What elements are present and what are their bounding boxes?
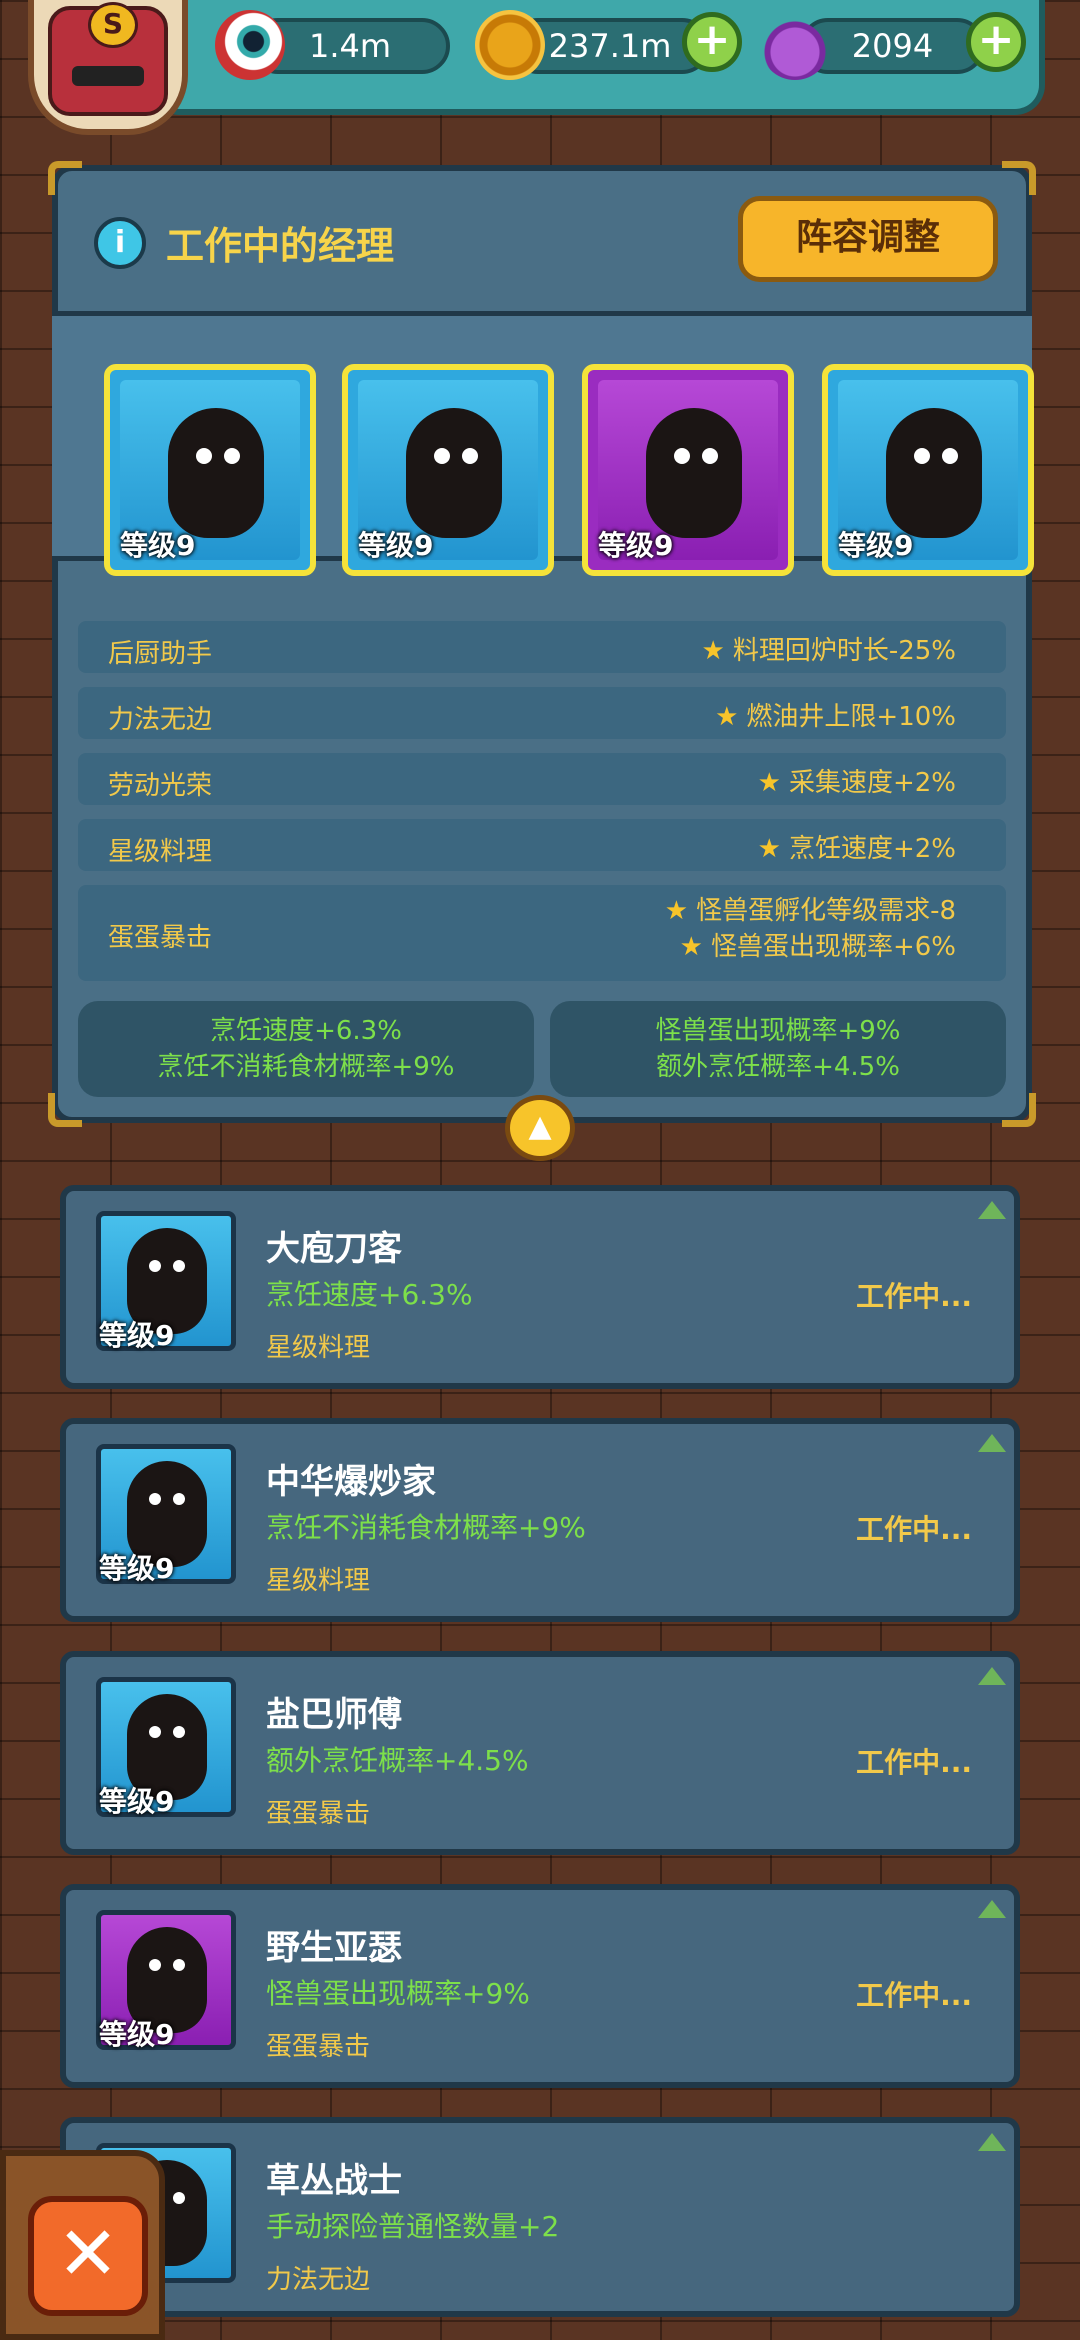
skill-effect: 采集速度+2% [788,768,956,798]
skill-row: 蛋蛋暴击 ★ 怪兽蛋孵化等级需求-8 ★ 怪兽蛋出现概率+6% [78,885,1006,981]
manager-skill: 蛋蛋暴击 [266,1799,371,1829]
star-icon: ★ [679,932,703,962]
manager-name: 大庖刀客 [266,1229,402,1269]
upgrade-arrow-icon [978,1900,1006,1918]
slot-level: 等级9 [358,529,434,562]
manager-card[interactable]: 等级9 野生亚瑟 怪兽蛋出现概率+9% 蛋蛋暴击 工作中... [60,1884,1020,2088]
working-managers-panel: i 工作中的经理 阵容调整 等级9 等级9 等级9 等级9 后厨助手 ★ 料理回炉… [48,161,1036,1127]
skill-name: 力法无边 [108,705,213,735]
manager-name: 中华爆炒家 [266,1462,436,1502]
skill-row: 星级料理 ★ 烹饪速度+2% [78,819,1006,871]
manager-name: 盐巴师傅 [266,1695,402,1735]
manager-slots: 等级9 等级9 等级9 等级9 [52,311,1034,576]
manager-slot-1[interactable]: 等级9 [104,364,316,576]
close-button-frame: ✕ [0,2150,165,2340]
skill-effect: 怪兽蛋孵化等级需求-8 [696,896,956,926]
slot-level: 等级9 [838,529,914,562]
panel-title: 工作中的经理 [166,224,395,268]
upgrade-arrow-icon [978,1201,1006,1219]
manager-skill: 星级料理 [266,1333,371,1363]
summary-bonus-right: 怪兽蛋出现概率+9% 额外烹饪概率+4.5% [550,1001,1006,1097]
upgrade-arrow-icon [978,1434,1006,1452]
manager-name: 草丛战士 [266,2161,402,2201]
manager-card[interactable]: 等级9 大庖刀客 烹饪速度+6.3% 星级料理 工作中... [60,1185,1020,1389]
manager-slot-4[interactable]: 等级9 [822,364,1034,576]
collapse-panel-button[interactable]: ▲ [505,1095,575,1161]
manager-portrait: 等级9 [96,1910,236,2051]
skill-effect: 怪兽蛋出现概率+6% [710,932,956,962]
manager-card[interactable]: 等级9 盐巴师傅 额外烹饪概率+4.5% 蛋蛋暴击 工作中... [60,1651,1020,1855]
skill-row: 后厨助手 ★ 料理回炉时长-25% [78,621,1006,673]
upgrade-arrow-icon [978,1667,1006,1685]
skill-effect: 烹饪速度+2% [788,834,956,864]
manager-status: 工作中... [856,1513,972,1546]
close-x-icon[interactable]: ✕ [28,2196,148,2316]
manager-level: 等级9 [99,1552,175,1585]
coin-icon [475,10,545,80]
skill-name: 蛋蛋暴击 [108,923,213,953]
manager-slot-3[interactable]: 等级9 [582,364,794,576]
skill-effect: 料理回炉时长-25% [732,636,956,666]
manager-status: 工作中... [856,1280,972,1313]
star-icon: ★ [664,896,689,926]
summary-line: 怪兽蛋出现概率+9% [655,1016,901,1046]
manager-bonus: 怪兽蛋出现概率+9% [266,1977,530,2010]
add-coins-button[interactable]: + [682,12,742,72]
manager-level: 等级9 [99,1785,175,1818]
skill-name: 星级料理 [108,837,213,867]
manager-bonus: 烹饪不消耗食材概率+9% [266,1511,586,1544]
star-icon: ★ [715,702,739,732]
manager-skill: 力法无边 [266,2265,371,2295]
manager-bonus: 烹饪速度+6.3% [266,1278,473,1311]
manager-portrait: 等级9 [96,1444,236,1585]
manager-portrait: 等级9 [96,1677,236,1818]
summary-line: 额外烹饪概率+4.5% [656,1052,900,1082]
monster-portrait-icon [886,408,982,538]
eyeball-icon [215,10,285,80]
slot-level: 等级9 [120,529,196,562]
manager-bonus: 额外烹饪概率+4.5% [266,1744,529,1777]
summary-line: 烹饪速度+6.3% [210,1016,402,1046]
manager-level: 等级9 [99,1319,175,1352]
manager-bonus: 手动探险普通怪数量+2 [266,2210,560,2243]
manager-level: 等级9 [99,2018,175,2051]
potion-icon [760,10,830,80]
skill-name: 后厨助手 [108,639,213,669]
monster-portrait-icon [646,408,742,538]
star-icon: ★ [701,636,725,666]
upgrade-arrow-icon [978,2133,1006,2151]
rank-letter: S [88,2,138,48]
monster-portrait-icon [168,408,264,538]
skill-effect: 燃油井上限+10% [746,702,956,732]
star-icon: ★ [757,768,781,798]
summary-bonus-left: 烹饪速度+6.3% 烹饪不消耗食材概率+9% [78,1001,534,1097]
manager-card[interactable]: 等级9 中华爆炒家 烹饪不消耗食材概率+9% 星级料理 工作中... [60,1418,1020,1622]
skill-row: 劳动光荣 ★ 采集速度+2% [78,753,1006,805]
manager-name: 野生亚瑟 [266,1928,402,1968]
rank-badge-monster-icon: S [48,2,168,116]
manager-status: 工作中... [856,1979,972,2012]
slot-level: 等级9 [598,529,674,562]
skill-row: 力法无边 ★ 燃油井上限+10% [78,687,1006,739]
manager-skill: 蛋蛋暴击 [266,2032,371,2062]
manager-slot-2[interactable]: 等级9 [342,364,554,576]
manager-card[interactable]: 草丛战士 手动探险普通怪数量+2 力法无边 [60,2117,1020,2317]
adjust-lineup-button[interactable]: 阵容调整 [738,196,998,282]
add-potions-button[interactable]: + [966,12,1026,72]
manager-portrait: 等级9 [96,1211,236,1352]
manager-status: 工作中... [856,1746,972,1779]
monster-portrait-icon [406,408,502,538]
star-icon: ★ [757,834,781,864]
summary-line: 烹饪不消耗食材概率+9% [157,1052,455,1082]
info-icon[interactable]: i [94,217,146,269]
manager-skill: 星级料理 [266,1566,371,1596]
skill-name: 劳动光荣 [108,771,213,801]
player-rank-badge[interactable]: S [28,0,188,135]
